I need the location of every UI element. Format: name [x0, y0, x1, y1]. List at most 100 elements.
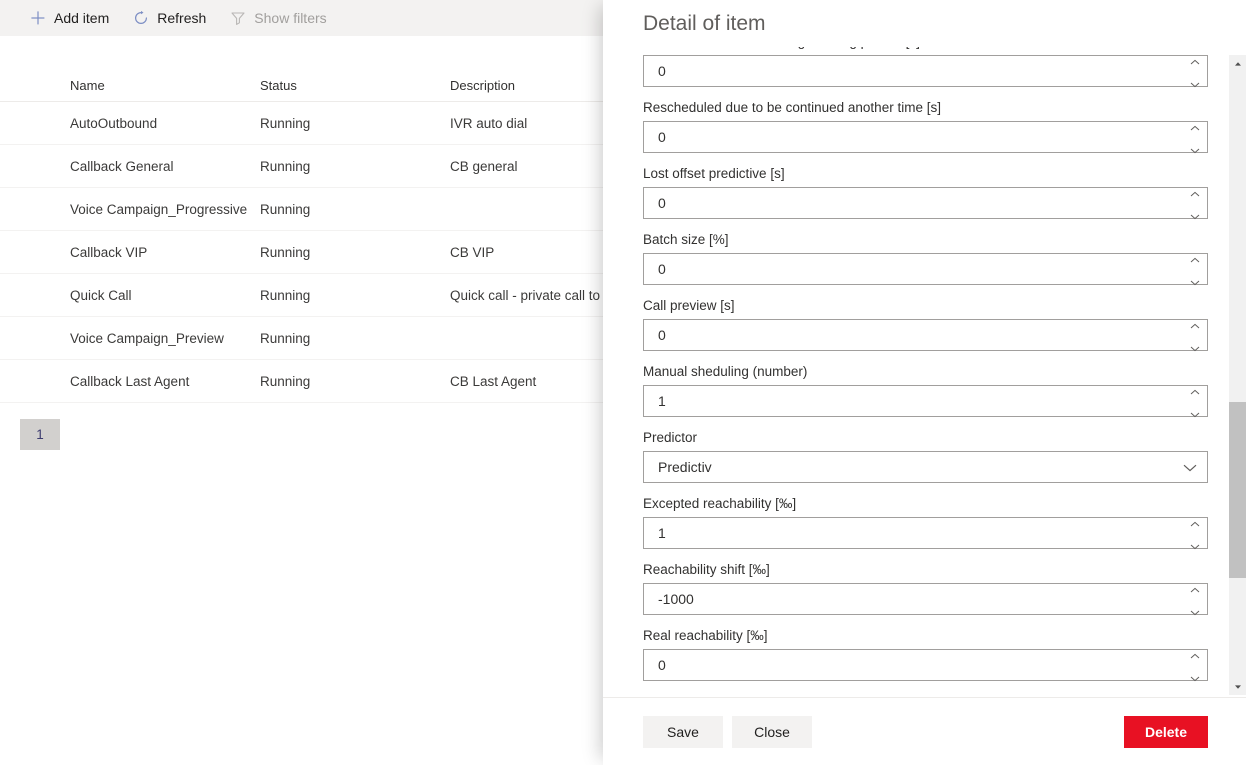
scroll-up-arrow-icon[interactable] [1229, 55, 1246, 72]
form-field: Excepted reachability [‰] 1 [643, 495, 1208, 549]
spinner-down-icon[interactable] [1190, 405, 1200, 421]
field-label: Batch size [%] [643, 232, 729, 247]
form-field: Manual sheduling (number) 1 [643, 363, 1208, 417]
add-item-label: Add item [54, 10, 110, 26]
spinner-down-icon[interactable] [1190, 207, 1200, 223]
spinner-up-icon[interactable] [1190, 382, 1200, 398]
chevron-down-icon[interactable] [1183, 459, 1197, 475]
number-field[interactable]: 0 [643, 253, 1208, 285]
page-button-1[interactable]: 1 [20, 419, 60, 450]
number-field[interactable]: 0 [643, 121, 1208, 153]
show-filters-button[interactable]: Show filters [218, 0, 338, 36]
field-value: 1 [658, 525, 666, 541]
field-label: Excepted reachability [‰] [643, 496, 797, 511]
panel-scrollbar[interactable] [1229, 55, 1246, 695]
field-label: Manual sheduling (number) [643, 364, 808, 379]
spinner-up-icon[interactable] [1190, 646, 1200, 662]
number-spinner[interactable] [1184, 651, 1206, 681]
field-label: Predictor [643, 430, 698, 445]
number-spinner[interactable] [1184, 255, 1206, 285]
number-spinner[interactable] [1184, 321, 1206, 351]
field-label: Real reachability [‰] [643, 628, 768, 643]
detail-form: Rescheduled due to calling a wrong perso… [643, 47, 1208, 681]
field-value: 0 [658, 327, 666, 343]
field-value: 0 [658, 261, 666, 277]
cell-name: Quick Call [70, 287, 132, 303]
refresh-label: Refresh [157, 10, 207, 26]
column-header-status[interactable]: Status [260, 78, 450, 93]
plus-icon [30, 10, 46, 26]
detail-panel-header: Detail of item [603, 0, 1246, 47]
spinner-up-icon[interactable] [1190, 250, 1200, 266]
cell-status: Running [260, 158, 311, 174]
field-label: Call preview [s] [643, 298, 735, 313]
show-filters-label: Show filters [254, 10, 327, 26]
delete-button[interactable]: Delete [1124, 715, 1208, 748]
number-spinner[interactable] [1184, 189, 1206, 219]
select-field[interactable]: Predictiv [643, 451, 1208, 483]
spinner-down-icon[interactable] [1190, 75, 1200, 91]
spinner-up-icon[interactable] [1190, 316, 1200, 332]
add-item-button[interactable]: Add item [18, 0, 121, 36]
number-spinner[interactable] [1184, 57, 1206, 87]
field-value: 0 [658, 195, 666, 211]
field-value: 0 [658, 129, 666, 145]
spinner-up-icon[interactable] [1190, 118, 1200, 134]
number-field[interactable]: 1 [643, 517, 1208, 549]
save-button[interactable]: Save [643, 715, 723, 748]
column-header-name[interactable]: Name [70, 78, 260, 93]
form-field: Real reachability [‰] 0 [643, 627, 1208, 681]
cell-status: Running [260, 330, 311, 346]
spinner-down-icon[interactable] [1190, 141, 1200, 157]
number-spinner[interactable] [1184, 519, 1206, 549]
field-value: 0 [658, 63, 666, 79]
close-button[interactable]: Close [732, 715, 812, 748]
cell-name: Voice Campaign_Preview [70, 330, 224, 346]
number-spinner[interactable] [1184, 585, 1206, 615]
spinner-down-icon[interactable] [1190, 603, 1200, 619]
cell-name: Voice Campaign_Progressive [70, 201, 248, 217]
cell-status: Running [260, 373, 311, 389]
spinner-up-icon[interactable] [1190, 52, 1200, 68]
spinner-down-icon[interactable] [1190, 537, 1200, 553]
number-field[interactable]: 0 [643, 649, 1208, 681]
app-root: Add item Refresh Show filters Name Statu… [0, 0, 1246, 765]
field-label: Reachability shift [‰] [643, 562, 770, 577]
spinner-down-icon[interactable] [1190, 669, 1200, 685]
refresh-button[interactable]: Refresh [121, 0, 218, 36]
number-field[interactable]: 0 [643, 319, 1208, 351]
filter-icon [230, 10, 246, 26]
scroll-down-arrow-icon[interactable] [1229, 678, 1246, 695]
number-field[interactable]: -1000 [643, 583, 1208, 615]
number-field[interactable]: 1 [643, 385, 1208, 417]
field-label: Rescheduled due to be continued another … [643, 100, 941, 115]
spinner-up-icon[interactable] [1190, 184, 1200, 200]
detail-panel: Detail of item Rescheduled due to callin… [603, 0, 1246, 765]
number-spinner[interactable] [1184, 123, 1206, 153]
cell-name: AutoOutbound [70, 115, 158, 131]
number-spinner[interactable] [1184, 387, 1206, 417]
panel-title: Detail of item [643, 12, 766, 35]
form-field: Lost offset predictive [s] 0 [643, 165, 1208, 219]
cell-name: Callback VIP [70, 244, 148, 260]
detail-panel-body: Rescheduled due to calling a wrong perso… [603, 47, 1246, 697]
field-label: Rescheduled due to calling a wrong perso… [643, 47, 1208, 50]
form-field: Reachability shift [‰] -1000 [643, 561, 1208, 615]
spinner-up-icon[interactable] [1190, 514, 1200, 530]
number-field[interactable]: 0 [643, 55, 1208, 87]
spinner-down-icon[interactable] [1190, 273, 1200, 289]
number-field[interactable]: 0 [643, 187, 1208, 219]
field-value: 1 [658, 393, 666, 409]
cell-name: Callback Last Agent [70, 373, 190, 389]
spinner-up-icon[interactable] [1190, 580, 1200, 596]
cell-status: Running [260, 287, 311, 303]
cell-status: Running [260, 201, 311, 217]
cell-name: Callback General [70, 158, 174, 174]
form-field: Call preview [s] 0 [643, 297, 1208, 351]
field-value: -1000 [658, 591, 694, 607]
cell-status: Running [260, 244, 311, 260]
field-value: Predictiv [658, 459, 712, 475]
scrollbar-thumb[interactable] [1229, 402, 1246, 578]
spinner-down-icon[interactable] [1190, 339, 1200, 355]
form-field: Predictor Predictiv [643, 429, 1208, 483]
